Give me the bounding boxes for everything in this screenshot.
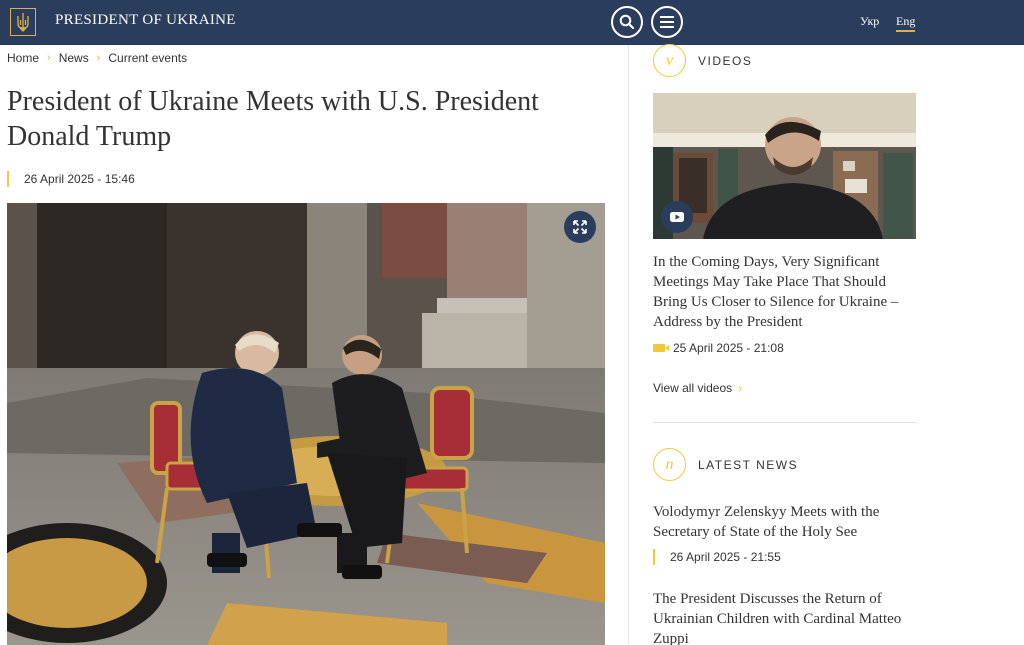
youtube-play-icon (670, 212, 684, 222)
hamburger-menu-icon (660, 16, 674, 28)
language-ukrainian-link[interactable]: Укр (860, 14, 879, 29)
coat-of-arms-logo[interactable] (10, 8, 36, 36)
view-all-videos-label: View all videos (653, 381, 733, 395)
article-photo[interactable] (7, 203, 605, 645)
search-button[interactable] (611, 6, 643, 38)
search-icon (619, 14, 635, 30)
news-item-title[interactable]: Volodymyr Zelenskyy Meets with the Secre… (653, 502, 923, 542)
site-title[interactable]: PRESIDENT OF UKRAINE (55, 12, 236, 29)
breadcrumb-news[interactable]: News (59, 51, 89, 65)
breadcrumb-current-events[interactable]: Current events (108, 51, 187, 65)
latest-news-section-icon: n (653, 448, 686, 481)
expand-icon (573, 220, 587, 234)
news-item-title[interactable]: The President Discusses the Return of Uk… (653, 589, 923, 645)
top-navigation-bar: PRESIDENT OF UKRAINE Укр Eng (0, 0, 1024, 45)
expand-photo-button[interactable] (564, 211, 596, 243)
meeting-photo-illustration (7, 203, 605, 645)
language-english-link[interactable]: Eng (896, 14, 916, 32)
view-all-videos-link[interactable]: View all videos › (653, 381, 742, 395)
chevron-right-icon: › (738, 381, 743, 395)
chevron-right-icon: › (47, 52, 51, 64)
video-item-date: 25 April 2025 - 21:08 (673, 341, 784, 355)
latest-news-section-label: LATEST NEWS (698, 457, 799, 472)
videos-section-label: VIDEOS (698, 53, 753, 68)
article-date: 26 April 2025 - 15:46 (7, 171, 135, 187)
breadcrumb: Home › News › Current events (7, 51, 187, 65)
column-divider (628, 45, 629, 645)
chevron-right-icon: › (96, 52, 101, 64)
videos-section-header: v VIDEOS (653, 44, 752, 77)
breadcrumb-home[interactable]: Home (7, 51, 39, 65)
section-divider (653, 422, 916, 423)
latest-news-section-header: n LATEST NEWS (653, 448, 798, 481)
video-thumbnail[interactable] (653, 93, 916, 239)
video-item-date-row: 25 April 2025 - 21:08 (653, 341, 784, 355)
videos-section-icon: v (653, 44, 686, 77)
article-title: President of Ukraine Meets with U.S. Pre… (7, 86, 539, 152)
play-video-button[interactable] (661, 201, 693, 233)
menu-button[interactable] (651, 6, 683, 38)
trident-icon (17, 13, 29, 32)
video-item-title[interactable]: In the Coming Days, Very Significant Mee… (653, 252, 923, 332)
video-camera-icon (653, 344, 669, 352)
news-item-date: 26 April 2025 - 21:55 (653, 549, 781, 565)
